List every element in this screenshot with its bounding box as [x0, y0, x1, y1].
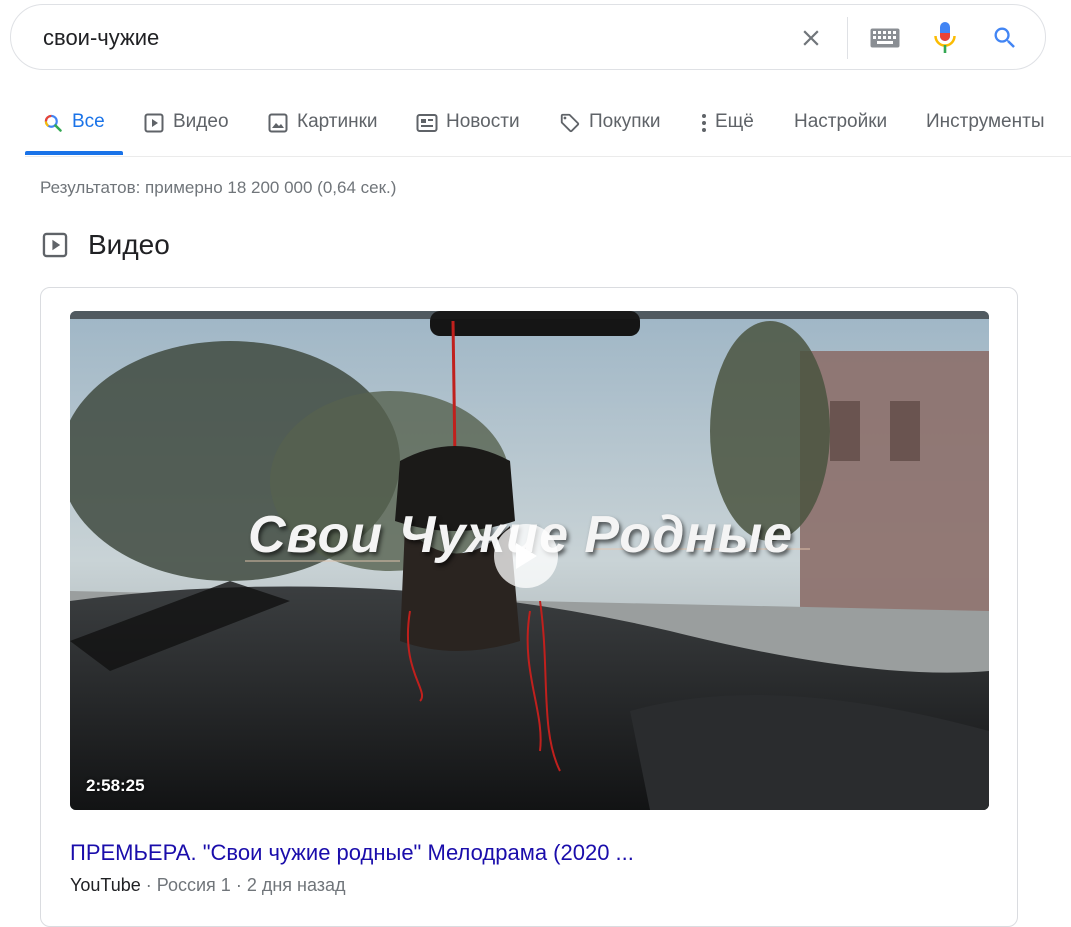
- section-title: Видео: [88, 229, 170, 260]
- search-button[interactable]: [983, 16, 1027, 60]
- meta-separator: ·: [235, 875, 242, 895]
- search-box[interactable]: [10, 4, 1046, 70]
- tab-more[interactable]: Ещё: [697, 100, 754, 156]
- tab-images[interactable]: Картинки: [266, 100, 378, 156]
- news-icon: [415, 111, 439, 135]
- voice-search-button[interactable]: [923, 16, 967, 60]
- keyboard-icon: [870, 28, 900, 48]
- search-tabs: Все Видео Картинки Новости Покупки Ещё Н…: [0, 100, 1071, 156]
- tab-label: Настройки: [794, 111, 888, 132]
- close-icon: [803, 30, 819, 46]
- video-card: Свои Чужие Родные 2:58:25 ПРЕМЬЕРА. "Сво…: [40, 287, 1018, 927]
- result-stats: Результатов: примерно 18 200 000 (0,64 с…: [40, 178, 397, 197]
- video-source: YouTube: [70, 875, 141, 895]
- search-divider: [847, 17, 848, 59]
- video-duration: 2:58:25: [86, 776, 145, 795]
- tab-shopping[interactable]: Покупки: [558, 100, 660, 156]
- video-play-icon: [40, 230, 70, 260]
- video-section-header: Видео: [40, 229, 170, 261]
- meta-separator: ·: [145, 875, 152, 895]
- tab-all[interactable]: Все: [41, 100, 105, 156]
- keyboard-button[interactable]: [863, 16, 907, 60]
- tab-label: Ещё: [715, 111, 754, 132]
- tab-settings[interactable]: Настройки: [794, 100, 887, 156]
- tab-tools[interactable]: Инструменты: [926, 100, 1044, 156]
- video-meta: YouTube · Россия 1 · 2 дня назад: [70, 875, 346, 896]
- mic-icon: [934, 22, 956, 53]
- search-input[interactable]: [43, 23, 763, 53]
- tab-label: Инструменты: [926, 111, 1045, 132]
- more-vert-icon: [697, 111, 711, 135]
- search-icon: [994, 27, 1015, 48]
- tab-video[interactable]: Видео: [142, 100, 229, 156]
- tab-label: Видео: [173, 111, 229, 132]
- tab-label: Покупки: [589, 111, 661, 132]
- clear-button[interactable]: [789, 16, 833, 60]
- play-icon: [516, 543, 537, 569]
- image-icon: [266, 111, 290, 135]
- video-channel: Россия 1: [156, 875, 231, 895]
- tag-icon: [558, 111, 582, 135]
- tab-label: Новости: [446, 111, 520, 132]
- tab-label: Картинки: [297, 111, 378, 132]
- play-button[interactable]: [494, 524, 558, 588]
- active-tab-indicator: [25, 151, 123, 155]
- video-thumbnail[interactable]: Свои Чужие Родные 2:58:25: [70, 311, 989, 810]
- video-title-link[interactable]: ПРЕМЬЕРА. "Свои чужие родные" Мелодрама …: [70, 840, 634, 866]
- video-play-icon: [142, 111, 166, 135]
- video-date: 2 дня назад: [246, 875, 346, 895]
- tab-label: Все: [72, 111, 105, 132]
- search-icon: [41, 111, 65, 135]
- tab-news[interactable]: Новости: [415, 100, 520, 156]
- tabs-divider: [25, 156, 1071, 157]
